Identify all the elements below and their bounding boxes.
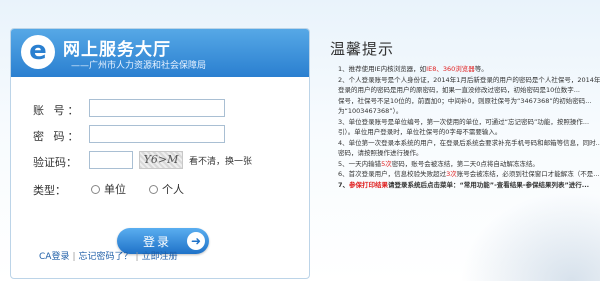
notice-item-text: 2、个人登录账号是个人身份证，2014年1月后新登录的用户的密码是个人社保号，2…	[338, 75, 600, 84]
captcha-input[interactable]	[89, 151, 133, 169]
radio-unit-icon[interactable]	[91, 185, 100, 194]
site-title: 网上服务大厅	[63, 40, 171, 60]
notice-item-text: 账号会被冻结，必须到社保窗口才能解冻（不是...	[456, 170, 600, 178]
site-subtitle: ——广州市人力资源和社会保障局	[71, 61, 207, 71]
register-link[interactable]: 立即注册	[142, 252, 178, 262]
login-panel: e 网上服务大厅 ——广州市人力资源和社会保障局 账 号： 密 码： 验证码： …	[10, 28, 310, 279]
notice-item-text: 为“1003467368”）。	[338, 107, 403, 115]
password-label: 密 码：	[33, 130, 82, 143]
notice-item-text: 7、	[338, 180, 350, 189]
link-separator: |	[72, 252, 76, 262]
notice-item-text: 6、首次登录用户，信息校验失败超过	[338, 170, 447, 178]
notice-item-highlight: IE8、360浏览器	[426, 65, 475, 73]
notice-title: 温馨提示	[330, 40, 395, 58]
captcha-label: 验证码：	[33, 156, 77, 169]
notice-item: 2、个人登录账号是个人身份证，2014年1月后新登录的用户的密码是个人社保号，2…	[338, 75, 600, 86]
login-button-label: 登录	[143, 235, 172, 249]
e-logo-icon: e	[21, 35, 55, 69]
notice-item-text: 等。	[474, 65, 488, 73]
notice-item-text: 请登录系统后点击菜单：“常用功能”-查看结果-参保结果列表”进行...	[388, 180, 590, 189]
account-label: 账 号：	[33, 104, 82, 117]
login-links: CA登录 | 忘记密码了？ | 立即注册	[39, 249, 178, 262]
notice-item: 6、首次登录用户，信息校验失败超过3次账号会被冻结，必须到社保窗口才能解冻（不是…	[338, 169, 600, 180]
notice-list: 1、推荐使用IE内核浏览器，如IE8、360浏览器等。 2、个人登录账号是个人身份…	[338, 64, 600, 190]
notice-item-text: 密码，请按照操作进行操作。	[338, 149, 423, 157]
notice-item-text: 密码，账号会被冻结，第二天0点将自动解冻冻结。	[391, 159, 539, 168]
captcha-row: 验证码： Y6>M 看不清，换一张	[11, 151, 309, 173]
notice-item: 7、参保打印结果请登录系统后点击菜单：“常用功能”-查看结果-参保结果列表”进行…	[338, 180, 600, 191]
notice-item-text: 3、单位登录账号是单位编号，第一次使用的单位，可通过“忘记密码”功能，按照操作.…	[338, 117, 590, 126]
notice-item-highlight: 3次	[446, 170, 457, 178]
type-label: 类型：	[33, 184, 66, 197]
notice-item: 登录的用户的密码是用户的原密码，如果一直没修改过密码，初始密码是10位数字...	[338, 85, 600, 96]
account-row: 账 号：	[11, 99, 309, 121]
password-row: 密 码：	[11, 125, 309, 147]
notice-item: 3、单位登录账号是单位编号，第一次使用的单位，可通过“忘记密码”功能，按照操作.…	[338, 117, 600, 128]
notice-item: 引）。单位用户登录时，单位社保号的0字母不需要输入。	[338, 127, 600, 138]
type-row: 类型： 单位 个人	[11, 179, 309, 201]
link-separator: |	[135, 252, 139, 262]
type-option-unit-label: 单位	[104, 183, 126, 196]
notice-item: 密码，请按照操作进行操作。	[338, 148, 600, 159]
notice-item-highlight: 5次	[381, 159, 392, 168]
notice-item-text: 保号，社保号不足10位的，前面加0；中间补0，则原社保号为“3467368”的初…	[338, 96, 592, 105]
captcha-image[interactable]: Y6>M	[139, 151, 183, 169]
type-option-unit[interactable]: 单位	[91, 181, 126, 197]
background-scenery	[460, 191, 600, 281]
type-option-personal-label: 个人	[162, 183, 184, 196]
notice-item-text: 登录的用户的密码是用户的原密码，如果一直没修改过密码，初始密码是10位数字...	[338, 86, 580, 94]
notice-item-text: 1、推荐使用IE内核浏览器，如	[338, 65, 427, 73]
radio-personal-icon[interactable]	[149, 185, 158, 194]
notice-item: 1、推荐使用IE内核浏览器，如IE8、360浏览器等。	[338, 64, 600, 75]
forgot-password-link[interactable]: 忘记密码了？	[79, 252, 133, 262]
captcha-refresh-link[interactable]: 看不清，换一张	[189, 154, 252, 167]
account-input[interactable]	[89, 99, 225, 117]
notice-item-text: 4、单位第一次登录本系统的用户，在登录后系统会要求补充手机号码和邮箱等信息，同时…	[338, 138, 600, 147]
type-option-personal[interactable]: 个人	[149, 181, 184, 197]
notice-item: 4、单位第一次登录本系统的用户，在登录后系统会要求补充手机号码和邮箱等信息，同时…	[338, 138, 600, 149]
notice-item: 保号，社保号不足10位的，前面加0；中间补0，则原社保号为“3467368”的初…	[338, 96, 600, 107]
password-input[interactable]	[89, 125, 225, 143]
notice-item: 为“1003467368”）。	[338, 106, 600, 117]
notice-panel: 温馨提示 1、推荐使用IE内核浏览器，如IE8、360浏览器等。 2、个人登录账号…	[322, 28, 600, 281]
login-header: e 网上服务大厅 ——广州市人力资源和社会保障局	[11, 29, 309, 77]
notice-item-highlight: 参保打印结果	[349, 180, 389, 189]
notice-item-text: 5、一天内输错	[338, 159, 382, 168]
ca-login-link[interactable]: CA登录	[39, 252, 69, 262]
arrow-right-icon: ➜	[187, 232, 205, 250]
notice-item: 5、一天内输错5次密码，账号会被冻结，第二天0点将自动解冻冻结。	[338, 159, 600, 170]
notice-item-text: 引）。单位用户登录时，单位社保号的0字母不需要输入。	[338, 128, 502, 136]
